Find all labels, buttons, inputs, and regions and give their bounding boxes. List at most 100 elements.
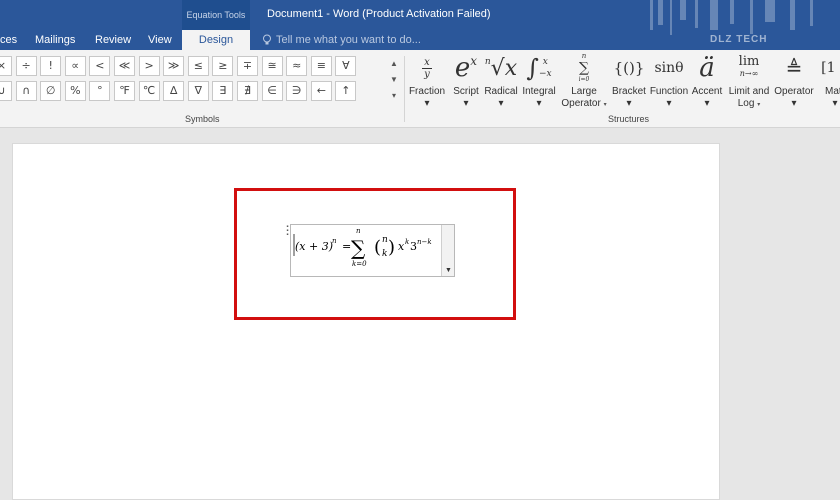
- symbol-button[interactable]: ∆: [163, 81, 185, 101]
- symbol-button[interactable]: ÷: [15, 56, 37, 76]
- large-operator-icon: n ∑ i=0: [578, 52, 590, 83]
- symbol-button[interactable]: ≫: [163, 56, 185, 76]
- symbol-button[interactable]: ∇: [187, 81, 209, 101]
- structure-integral-button[interactable]: ∫ x −x Integral ▾: [519, 50, 559, 112]
- eq-lhs: (x + 3): [295, 240, 333, 253]
- symbol-button[interactable]: ≥: [212, 56, 234, 76]
- group-divider: [404, 56, 405, 122]
- symbols-gallery: × ÷! ∝ < ≪ > ≫ ≤ ≥ ∓ ≅ ≈ ≡ ∀ ∪ ∩ ∅% ° ℉ ℃ ∆ ∇ ∃ ∄ ∈ ∋ ← ↑: [0, 54, 402, 110]
- structure-accent-button[interactable]: ä Accent ▾: [690, 50, 724, 112]
- dropdown-arrow-icon: ▾: [832, 98, 838, 109]
- tell-me-search[interactable]: Tell me what you want to do...: [262, 30, 421, 50]
- symbol-button[interactable]: %: [64, 81, 86, 101]
- symbol-button[interactable]: ∋: [286, 81, 308, 101]
- symbol-button[interactable]: ∄: [237, 81, 258, 101]
- bracket-icon: {()}: [613, 59, 645, 77]
- symbol-button[interactable]: ∀: [335, 56, 357, 76]
- symbol-button[interactable]: ℉: [114, 81, 135, 101]
- structure-limit-and-button[interactable]: lim n→∞ Limit and Log ▾: [725, 50, 773, 112]
- symbol-button[interactable]: ∃: [212, 81, 234, 101]
- tab-view[interactable]: View: [148, 30, 172, 50]
- symbol-button[interactable]: ≪: [114, 56, 135, 76]
- symbol-button[interactable]: °: [89, 81, 111, 101]
- equation-display[interactable]: (x + 3) n = n ∑ k=0 ( n k ) x k 3 n−k: [292, 226, 442, 274]
- eq-term2-base: 3: [410, 240, 417, 253]
- lightbulb-icon: [263, 34, 271, 45]
- window-title: Document1 - Word (Product Activation Fai…: [267, 8, 491, 20]
- structure-large-button[interactable]: n ∑ i=0 Large Operator ▾: [560, 50, 608, 112]
- structure-label-line2: Operator ▾: [561, 98, 607, 109]
- structure-fraction-button[interactable]: x y Fraction ▾: [407, 50, 447, 112]
- dropdown-arrow-icon: ▼: [445, 267, 452, 274]
- tab-mailings[interactable]: Mailings: [35, 30, 75, 50]
- eq-term-exponent: k: [405, 238, 409, 246]
- tab-references[interactable]: ces: [0, 30, 17, 50]
- symbol-button[interactable]: ↑: [335, 81, 357, 101]
- equation-tools-context-label: Equation Tools: [182, 0, 250, 30]
- eq-lhs-exponent: n: [332, 237, 337, 245]
- structure-matr-button[interactable]: [1 0 Matr▾: [820, 50, 840, 112]
- dropdown-arrow-icon: ▾: [791, 98, 797, 109]
- symbol-button[interactable]: <: [89, 56, 111, 76]
- symbol-button[interactable]: ←: [310, 81, 332, 101]
- tab-design[interactable]: Design: [182, 30, 250, 50]
- equation-drag-handle-icon[interactable]: ▪ ▪ ▪: [284, 224, 291, 238]
- structure-label: Function: [649, 86, 689, 97]
- symbol-button[interactable]: ℃: [138, 81, 160, 101]
- tell-me-placeholder: Tell me what you want to do...: [276, 34, 421, 46]
- eq-equals: =: [342, 240, 351, 253]
- structure-label: Matr: [825, 86, 840, 97]
- dropdown-arrow-icon: ▾: [536, 98, 542, 109]
- dropdown-arrow-icon: ▾: [704, 98, 710, 109]
- script-icon: ex: [454, 53, 478, 83]
- structure-function-button[interactable]: sinθ Function ▾: [648, 50, 690, 112]
- operator-icon: ≜: [785, 56, 803, 80]
- dropdown-arrow-icon: ▾: [498, 98, 504, 109]
- symbol-button[interactable]: ≈: [286, 56, 308, 76]
- structure-radical-button[interactable]: n √x Radical ▾: [482, 50, 520, 112]
- symbol-button[interactable]: ∪: [0, 81, 12, 101]
- symbol-button[interactable]: ∓: [237, 56, 258, 76]
- symbol-button[interactable]: ∅: [40, 81, 62, 101]
- symbol-button[interactable]: ∈: [261, 81, 283, 101]
- symbol-button[interactable]: ≅: [261, 56, 283, 76]
- structure-label: Integral: [522, 86, 556, 97]
- dropdown-arrow-icon: ▾: [626, 98, 632, 109]
- structure-label: Fraction: [408, 86, 446, 97]
- integral-icon: ∫ x −x: [526, 54, 552, 82]
- symbol-button[interactable]: ∩: [15, 81, 37, 101]
- title-bar: Equation Tools Document1 - Word (Product…: [0, 0, 840, 50]
- symbol-button[interactable]: ≤: [187, 56, 209, 76]
- watermark-text: DLZ TECH: [710, 34, 768, 45]
- eq-sum-symbol: ∑: [351, 236, 366, 260]
- structure-label: Operator: [774, 86, 814, 97]
- symbol-button[interactable]: ∝: [64, 56, 86, 76]
- eq-sum-lower: k=0: [352, 260, 367, 268]
- symbols-group-label: Symbols: [185, 114, 220, 124]
- symbol-button[interactable]: ≡: [310, 56, 332, 76]
- structure-label: Script: [453, 86, 479, 97]
- gallery-scroll-up-icon[interactable]: ▲: [388, 56, 400, 72]
- eq-binom-bottom: k: [382, 249, 387, 259]
- dropdown-arrow-icon: ▾: [463, 98, 469, 109]
- structure-label: Accent: [691, 86, 723, 97]
- eq-binom-right-paren: ): [388, 237, 395, 258]
- equation-options-button[interactable]: ▼: [441, 225, 454, 276]
- structure-script-button[interactable]: e x Script ▾: [449, 50, 483, 112]
- structure-label: Radical: [484, 86, 518, 97]
- symbol-button[interactable]: !: [40, 56, 62, 76]
- gallery-scroll-down-icon[interactable]: ▼: [388, 72, 400, 88]
- ribbon: × ÷! ∝ < ≪ > ≫ ≤ ≥ ∓ ≅ ≈ ≡ ∀ ∪ ∩ ∅% ° ℉ ℃ ∆ ∇ ∃ ∄ ∈ ∋ ← ↑ ▲ ▼ ▾ Sym…: [0, 50, 840, 128]
- structure-label: Bracket: [612, 86, 646, 97]
- gallery-more-icon[interactable]: ▾: [388, 88, 400, 104]
- symbol-button[interactable]: ×: [0, 56, 12, 76]
- symbol-button[interactable]: >: [138, 56, 160, 76]
- tab-review[interactable]: Review: [95, 30, 131, 50]
- matrix-icon: [1 0: [821, 60, 840, 76]
- accent-icon: ä: [699, 53, 715, 83]
- structure-label: Large: [571, 86, 597, 97]
- structure-bracket-button[interactable]: {()} Bracket ▾: [610, 50, 648, 112]
- structures-group-label: Structures: [608, 114, 650, 124]
- radical-icon: n √x: [484, 55, 518, 81]
- structure-operator-button[interactable]: ≜ Operator ▾: [772, 50, 816, 112]
